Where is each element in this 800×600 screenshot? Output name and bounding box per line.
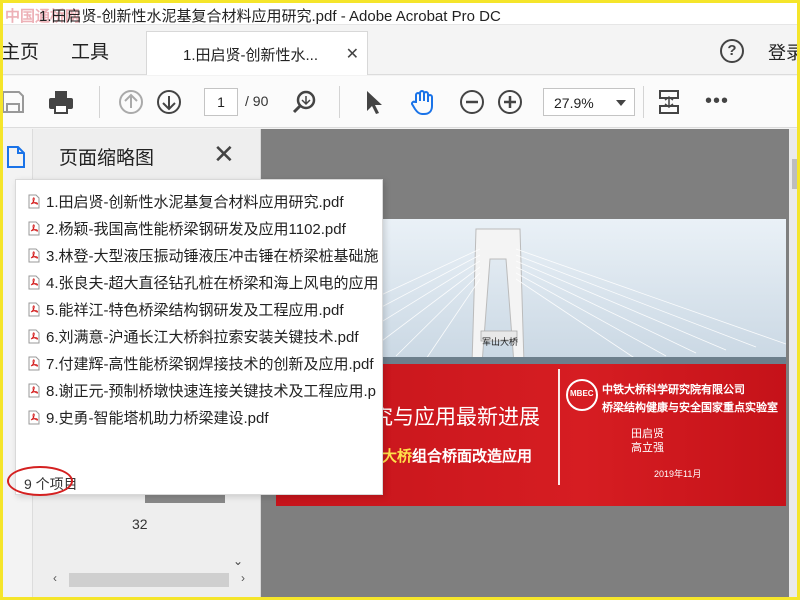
file-list-item-label: 9.史勇-智能塔机助力桥梁建设.pdf — [46, 409, 269, 427]
toolbar-separator — [643, 86, 644, 118]
window-title: 1.田启贤-创新性水泥基复合材料应用研究.pdf - Adobe Acrobat… — [39, 8, 501, 25]
file-list-item-label: 4.张良夫-超大直径钻孔桩在桥梁和海上风电的应用 — [46, 274, 379, 292]
slide-date: 2019年11月 — [654, 469, 702, 479]
save-icon[interactable] — [3, 88, 27, 116]
file-list-item[interactable]: 1.田启贤-创新性水泥基复合材料应用研究.pdf — [28, 190, 344, 212]
banner-divider — [558, 369, 560, 485]
file-list-item[interactable]: 4.张良夫-超大直径钻孔桩在桥梁和海上风电的应用 — [28, 271, 379, 293]
author-2: 高立强 — [631, 442, 664, 454]
pdf-file-icon — [28, 248, 40, 262]
title-bar: 中国通桥网 1.田启贤-创新性水泥基复合材料应用研究.pdf - Adobe A… — [3, 3, 797, 25]
slide-subline: 大桥组合桥面改造应用 — [382, 445, 532, 466]
bridge-sign-text: 军山大桥 — [482, 337, 519, 347]
tab-tools[interactable]: 工具 — [71, 37, 109, 64]
pdf-file-icon — [28, 221, 40, 235]
chevron-right-icon[interactable]: › — [241, 571, 245, 585]
file-list-item[interactable]: 3.林登-大型液压振动锤液压冲击锤在桥梁桩基础施 — [28, 244, 379, 266]
page-fit-icon[interactable] — [655, 88, 683, 116]
chevron-down-icon[interactable]: ⌄ — [233, 554, 243, 568]
file-list-item-label: 7.付建辉-高性能桥梁钢焊接技术的创新及应用.pdf — [46, 355, 374, 373]
pdf-file-icon — [28, 302, 40, 316]
acrobat-window: 中国通桥网 1.田启贤-创新性水泥基复合材料应用研究.pdf - Adobe A… — [0, 0, 800, 600]
pdf-file-icon — [28, 275, 40, 289]
red-circle-annotation — [7, 466, 73, 496]
prev-page-icon[interactable] — [117, 88, 145, 116]
file-list-item-label: 6.刘满意-沪通长江大桥斜拉索安装关键技术.pdf — [46, 328, 359, 346]
thumbnail-panel-title: 页面缩略图 — [59, 148, 155, 169]
pdf-file-icon — [28, 410, 40, 424]
file-list-item-label: 5.能祥江-特色桥梁结构钢研发及工程应用.pdf — [46, 301, 344, 319]
page-number-input[interactable]: 1 — [204, 88, 238, 116]
print-icon[interactable] — [47, 88, 75, 116]
file-list-item[interactable]: 6.刘满意-沪通长江大桥斜拉索安装关键技术.pdf — [28, 325, 359, 347]
document-scrollbar[interactable] — [789, 129, 797, 597]
subline-highlight: 大桥 — [382, 448, 413, 465]
organization-line-2: 桥梁结构健康与安全国家重点实验室 — [602, 402, 778, 414]
tab-document[interactable]: 1.田启贤-创新性水... ✕ — [146, 31, 368, 75]
zoom-tool-icon[interactable] — [291, 88, 319, 116]
pdf-file-icon — [28, 194, 40, 208]
toolbar: 1 / 90 27.9% ••• — [3, 76, 797, 128]
file-list-item[interactable]: 8.谢正元-预制桥墩快速连接关键技术及工程应用.p — [28, 379, 376, 401]
pdf-file-icon — [28, 329, 40, 343]
zoom-out-icon[interactable] — [458, 88, 486, 116]
close-panel-icon[interactable]: ✕ — [213, 139, 235, 170]
pdf-file-icon — [28, 356, 40, 370]
login-button[interactable]: 登录 — [768, 39, 797, 65]
file-list-item-label: 2.杨颖-我国高性能桥梁钢研发及应用1102.pdf — [46, 220, 346, 238]
file-list-item-label: 3.林登-大型液压振动锤液压冲击锤在桥梁桩基础施 — [46, 247, 379, 265]
file-list-item[interactable]: 2.杨颖-我国高性能桥梁钢研发及应用1102.pdf — [28, 217, 346, 239]
select-arrow-icon[interactable] — [359, 88, 387, 116]
pdf-file-icon — [28, 383, 40, 397]
subline-rest: 组合桥面改造应用 — [412, 448, 533, 465]
zoom-level-value: 27.9% — [554, 95, 594, 111]
tab-bar: 主页 工具 1.田启贤-创新性水... ✕ ? 登录 — [3, 25, 797, 75]
slide-headline: 究与应用最新进展 — [372, 406, 540, 429]
file-list-item-label: 8.谢正元-预制桥墩快速连接关键技术及工程应用.p — [46, 382, 377, 400]
close-tab-icon[interactable]: ✕ — [346, 44, 359, 64]
tab-home[interactable]: 主页 — [3, 37, 39, 64]
zoom-in-icon[interactable] — [496, 88, 524, 116]
chevron-left-icon[interactable]: ‹ — [53, 571, 57, 585]
file-list-popup: 1.田启贤-创新性水泥基复合材料应用研究.pdf 2.杨颖-我国高性能桥梁钢研发… — [15, 179, 383, 495]
help-icon[interactable]: ? — [720, 39, 744, 63]
file-list-item[interactable]: 5.能祥江-特色桥梁结构钢研发及工程应用.pdf — [28, 298, 344, 320]
page-total: / 90 — [245, 93, 269, 109]
zoom-level-select[interactable]: 27.9% — [543, 88, 635, 116]
tab-document-label: 1.田启贤-创新性水... — [183, 47, 319, 64]
logo-text: MBEC — [570, 389, 594, 398]
thumbnail-hscrollbar[interactable]: ‹ › — [53, 571, 245, 587]
file-list-item-label: 1.田启贤-创新性水泥基复合材料应用研究.pdf — [46, 193, 344, 211]
page-thumbnails-icon[interactable] — [6, 145, 26, 169]
organization-line-1: 中铁大桥科学研究院有限公司 — [602, 384, 745, 396]
file-list-item[interactable]: 9.史勇-智能塔机助力桥梁建设.pdf — [28, 406, 269, 428]
chevron-down-icon — [616, 100, 626, 106]
scrollbar-thumb[interactable] — [792, 159, 797, 189]
toolbar-separator — [339, 86, 340, 118]
hand-tool-icon[interactable] — [409, 88, 437, 116]
more-icon[interactable]: ••• — [705, 90, 729, 113]
toolbar-separator — [99, 86, 100, 118]
file-list-item[interactable]: 7.付建辉-高性能桥梁钢焊接技术的创新及应用.pdf — [28, 352, 374, 374]
thumbnail-page-label: 32 — [132, 516, 148, 532]
next-page-icon[interactable] — [155, 88, 183, 116]
